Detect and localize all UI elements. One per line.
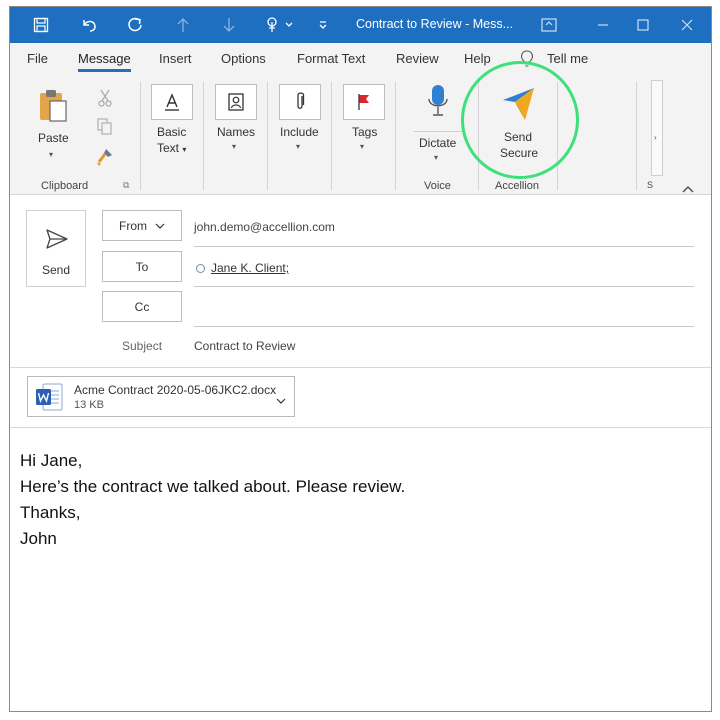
flag-icon[interactable]	[343, 84, 385, 120]
body-line: Thanks,	[20, 503, 81, 522]
basic-text-icon[interactable]	[151, 84, 193, 120]
cc-input[interactable]	[194, 326, 694, 327]
ribbon-display-icon[interactable]	[536, 13, 562, 37]
send-button[interactable]: Send	[26, 210, 86, 287]
save-icon[interactable]	[28, 13, 54, 37]
accellion-group-label: Accellion	[495, 180, 540, 192]
collapse-ribbon-icon[interactable]	[682, 180, 694, 198]
word-doc-icon	[35, 383, 63, 416]
voice-group-label: Voice	[424, 180, 451, 192]
basic-text-label-2[interactable]: Text ▾	[157, 140, 186, 158]
tab-help[interactable]: Help	[464, 51, 491, 66]
paste-icon[interactable]	[38, 88, 70, 129]
dictate-button[interactable]: Dictate	[419, 135, 456, 151]
from-value: john.demo@accellion.com	[194, 220, 335, 234]
partial-group-label: S	[647, 180, 654, 190]
tab-review[interactable]: Review	[396, 51, 439, 66]
maximize-icon[interactable]	[630, 13, 656, 37]
tab-message[interactable]: Message	[78, 51, 131, 72]
message-body[interactable]: Hi Jane, Here’s the contract we talked a…	[20, 448, 405, 552]
tab-insert[interactable]: Insert	[159, 51, 192, 66]
attach-paperclip-icon[interactable]	[279, 84, 321, 120]
include-button[interactable]: Include	[280, 124, 319, 140]
paste-button[interactable]: Paste	[38, 130, 69, 146]
body-line: John	[20, 529, 57, 548]
from-label: From	[119, 218, 147, 233]
ribbon: Paste ▾ Clipboard ⧉ Basic Text ▾ Names ▾	[10, 76, 711, 195]
copy-icon[interactable]	[97, 118, 113, 141]
to-button[interactable]: To	[102, 251, 182, 282]
names-button[interactable]: Names	[217, 124, 255, 140]
dictate-dropdown-icon[interactable]: ▾	[434, 153, 438, 162]
close-icon[interactable]	[674, 13, 700, 37]
names-dropdown-icon[interactable]: ▾	[232, 142, 236, 151]
cc-button[interactable]: Cc	[102, 291, 182, 322]
tab-file[interactable]: File	[27, 51, 48, 66]
minimize-icon[interactable]	[590, 13, 616, 37]
undo-icon[interactable]	[76, 13, 102, 37]
body-line: Here’s the contract we talked about. Ple…	[20, 477, 406, 496]
to-field[interactable]: Jane K. Client;	[194, 261, 289, 275]
outlook-compose-window: Contract to Review - Mess... File Messag…	[9, 6, 712, 712]
tags-button[interactable]: Tags	[352, 124, 377, 140]
send-paper-plane-icon	[45, 228, 69, 255]
tags-dropdown-icon[interactable]: ▾	[360, 142, 364, 151]
down-arrow-icon[interactable]	[216, 13, 242, 37]
touch-mode-icon[interactable]	[262, 13, 296, 37]
attachment-card[interactable]: Acme Contract 2020-05-06JKC2.docx 13 KB	[27, 376, 295, 417]
up-arrow-icon[interactable]	[170, 13, 196, 37]
chevron-down-icon	[155, 219, 165, 233]
customize-icon[interactable]	[310, 13, 336, 37]
include-dropdown-icon[interactable]: ▾	[296, 142, 300, 151]
recipient-to[interactable]: Jane K. Client;	[211, 261, 289, 275]
ribbon-scroll-button[interactable]: ›	[651, 80, 663, 176]
from-button[interactable]: From	[102, 210, 182, 241]
tab-format-text[interactable]: Format Text	[297, 51, 365, 66]
redo-icon[interactable]	[122, 13, 148, 37]
send-label: Send	[41, 263, 71, 277]
attachment-name: Acme Contract 2020-05-06JKC2.docx	[74, 383, 277, 397]
format-painter-icon[interactable]	[96, 148, 114, 171]
title-bar: Contract to Review - Mess...	[10, 7, 711, 43]
clipboard-group-label: Clipboard	[41, 180, 89, 192]
highlight-circle	[461, 61, 579, 179]
basic-text-label-1[interactable]: Basic	[157, 124, 186, 140]
attachment-size: 13 KB	[74, 399, 104, 411]
microphone-icon[interactable]	[428, 84, 448, 123]
dialog-launcher-icon[interactable]: ⧉	[123, 180, 129, 191]
tell-me-search[interactable]: Tell me	[547, 51, 588, 66]
subject-input[interactable]: Contract to Review	[194, 339, 295, 353]
tab-options[interactable]: Options	[221, 51, 266, 66]
window-title: Contract to Review - Mess...	[356, 17, 513, 31]
cut-icon[interactable]	[98, 89, 112, 112]
attachment-chevron-down-icon[interactable]	[276, 392, 286, 410]
body-line: Hi Jane,	[20, 451, 83, 470]
paste-dropdown-icon[interactable]: ▾	[49, 150, 53, 159]
basic-text-label-text: Text	[157, 141, 180, 155]
chevron-right-icon: ›	[654, 133, 657, 142]
names-icon[interactable]	[215, 84, 257, 120]
subject-label: Subject	[122, 339, 163, 353]
ribbon-tabs: File Message Insert Options Format Text …	[10, 43, 711, 76]
presence-status-icon	[196, 263, 205, 273]
